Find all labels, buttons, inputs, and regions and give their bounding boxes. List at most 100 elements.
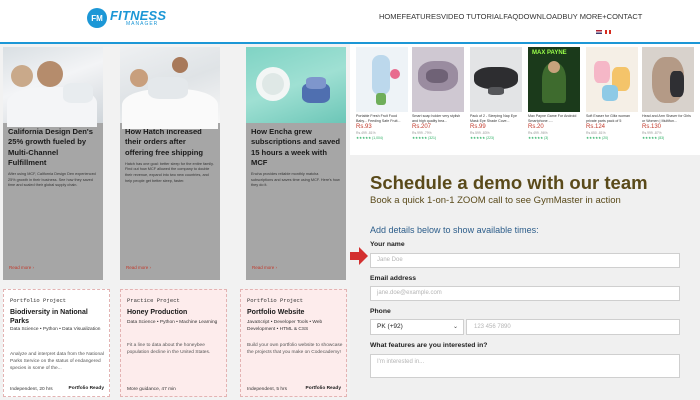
product-image bbox=[586, 47, 638, 112]
product-original-price: Rs.650 -81% bbox=[586, 131, 606, 135]
game-cover-title: MAX PAYNE bbox=[532, 50, 567, 56]
product-original-price: Rs.499 -81% bbox=[356, 131, 376, 135]
project-duration: More guidance, 47 min bbox=[127, 386, 176, 392]
portfolio-project-card[interactable]: Practice Project Honey Production Data S… bbox=[120, 289, 227, 397]
product-price: Rs.124 bbox=[586, 124, 606, 130]
product-price: Rs.207 bbox=[412, 124, 432, 130]
product-price: Rs.130 bbox=[642, 124, 662, 130]
read-more-link[interactable]: Read more › bbox=[252, 265, 277, 270]
product-price: Rs.99 bbox=[470, 124, 486, 130]
product-card[interactable]: Head and Arm Shaver for Girls or Women |… bbox=[642, 47, 694, 154]
product-image bbox=[412, 47, 464, 112]
logo[interactable]: FM FITNESS MANAGER bbox=[87, 6, 166, 30]
project-title: Portfolio Website bbox=[247, 309, 305, 316]
portfolio-project-card[interactable]: Portfolio Project Biodiversity in Nation… bbox=[3, 289, 110, 397]
product-name: Pack of 2 - Sleeping Nap Eye Mask Eye Sh… bbox=[470, 114, 517, 123]
product-image bbox=[642, 47, 694, 112]
project-type-label: Portfolio Project bbox=[247, 297, 304, 304]
case-study-image bbox=[120, 47, 220, 129]
product-image bbox=[470, 47, 522, 112]
product-card[interactable]: Smart soap holder very stylish and high … bbox=[412, 47, 464, 154]
product-name: Soft Eraser for Glitz woman private part… bbox=[586, 114, 630, 123]
product-card[interactable]: Pack of 2 - Sleeping Nap Eye Mask Eye Sh… bbox=[470, 47, 522, 154]
name-label: Your name bbox=[370, 241, 405, 248]
product-name: Max Payne Game For Android Smartphone -.… bbox=[528, 114, 577, 123]
main-nav: HOME FEATURES VIDEO TUTORIAL FAQ DOWNLOA… bbox=[379, 12, 643, 21]
product-rating: ★★★★★ (1,004) bbox=[356, 136, 383, 140]
nav-features[interactable]: FEATURES bbox=[402, 12, 441, 21]
product-rating: ★★★★★ (321) bbox=[412, 136, 437, 140]
case-study-description: After using MCF, California Design Den e… bbox=[8, 172, 96, 188]
nav-contact[interactable]: CONTACT bbox=[607, 12, 643, 21]
features-textarea[interactable]: I'm interested in... bbox=[370, 354, 680, 378]
logo-badge: FM bbox=[87, 8, 107, 28]
case-study-image bbox=[3, 47, 103, 127]
product-card[interactable]: MAX PAYNE Max Payne Game For Android Sma… bbox=[528, 47, 580, 154]
phone-input[interactable]: 123 456 7890 bbox=[466, 319, 680, 335]
project-description: Build your own portfolio website to show… bbox=[247, 343, 343, 355]
portfolio-project-card[interactable]: Portfolio Project Portfolio Website Java… bbox=[240, 289, 347, 397]
email-label: Email address bbox=[370, 275, 417, 282]
product-name: Head and Arm Shaver for Girls or Women |… bbox=[642, 114, 691, 123]
page: FM FITNESS MANAGER HOME FEATURES VIDEO T… bbox=[0, 0, 700, 400]
project-title: Honey Production bbox=[127, 309, 188, 316]
case-study-description: Encha provides reliable monthly matcha s… bbox=[251, 172, 340, 188]
email-input[interactable]: jane.doe@example.com bbox=[370, 286, 680, 301]
product-rating: ★★★★★ (20) bbox=[586, 136, 609, 140]
schedule-subtitle: Book a quick 1-on-1 ZOOM call to see Gym… bbox=[370, 195, 621, 206]
read-more-link[interactable]: Read more › bbox=[126, 265, 151, 270]
case-study-image bbox=[246, 47, 346, 123]
product-original-price: Rs.499 -96% bbox=[528, 131, 548, 135]
nav-faq[interactable]: FAQ bbox=[503, 12, 518, 21]
project-type-label: Practice Project bbox=[127, 297, 180, 304]
case-study-card[interactable]: How Hatch increased their orders after o… bbox=[120, 47, 220, 280]
product-name: Smart soap holder very stylish and high … bbox=[412, 114, 461, 123]
product-name: Portable Fresh Fruit Food Baby... Feedin… bbox=[356, 114, 401, 123]
product-rating: ★★★★★ (3) bbox=[528, 136, 549, 140]
product-image: MAX PAYNE bbox=[528, 47, 580, 112]
product-original-price: Rs.599 -83% bbox=[470, 131, 490, 135]
product-card[interactable]: Soft Eraser for Glitz woman private part… bbox=[586, 47, 638, 154]
product-card[interactable]: Portable Fresh Fruit Food Baby... Feedin… bbox=[356, 47, 408, 154]
site-header: FM FITNESS MANAGER HOME FEATURES VIDEO T… bbox=[0, 0, 700, 42]
canada-flag-icon[interactable] bbox=[605, 30, 611, 34]
case-study-card[interactable]: California Design Den's 25% growth fuele… bbox=[3, 47, 103, 280]
case-study-card[interactable]: How Encha grew subscriptions and saved 1… bbox=[246, 47, 346, 280]
case-study-title: How Encha grew subscriptions and saved 1… bbox=[251, 127, 341, 167]
nav-video-tutorial[interactable]: VIDEO TUTORIAL bbox=[441, 12, 503, 21]
pointer-arrow-icon bbox=[350, 247, 368, 265]
product-price: Rs.20 bbox=[528, 124, 544, 130]
project-duration: Independent, 20 hrs bbox=[10, 386, 53, 392]
product-image bbox=[356, 47, 408, 112]
project-description: Fit a line to data about the honeybee po… bbox=[127, 343, 211, 355]
product-original-price: Rs.999 -87% bbox=[642, 131, 662, 135]
project-description: Analyze and interpret data from the Nati… bbox=[10, 352, 104, 371]
chevron-down-icon: ⌄ bbox=[452, 324, 458, 330]
portfolio-ready-badge: Portfolio Ready bbox=[305, 386, 341, 391]
case-study-title: California Design Den's 25% growth fuele… bbox=[8, 127, 93, 167]
language-flags bbox=[596, 30, 611, 34]
schedule-hint: Add details below to show available time… bbox=[370, 225, 539, 235]
us-flag-icon[interactable] bbox=[596, 30, 602, 34]
phone-label: Phone bbox=[370, 308, 391, 315]
country-code-value: PK (+92) bbox=[377, 323, 403, 330]
project-duration: Independent, 5 hrs bbox=[247, 386, 288, 392]
logo-subtitle: MANAGER bbox=[126, 21, 159, 27]
product-rating: ★★★★★ (83) bbox=[642, 136, 665, 140]
country-code-select[interactable]: PK (+92) ⌄ bbox=[370, 319, 464, 335]
project-type-label: Portfolio Project bbox=[10, 297, 67, 304]
nav-download[interactable]: DOWNLOAD bbox=[518, 12, 562, 21]
project-tags: JavaScript • Developer Tools • Web Devel… bbox=[247, 320, 323, 332]
schedule-title: Schedule a demo with our team bbox=[370, 172, 648, 193]
project-tags: Data Science • Python • Machine Learning bbox=[127, 320, 218, 325]
nav-home[interactable]: HOME bbox=[379, 12, 402, 21]
product-original-price: Rs.999 -79% bbox=[412, 131, 432, 135]
project-title: Biodiversity in National Parks bbox=[10, 309, 88, 325]
name-input[interactable]: Jane Doe bbox=[370, 253, 680, 268]
product-rating: ★★★★★ (223) bbox=[470, 136, 495, 140]
nav-buy-more[interactable]: BUY MORE bbox=[562, 12, 602, 21]
case-study-description: Hatch has one goal: better sleep for the… bbox=[125, 161, 214, 183]
product-price: Rs.93 bbox=[356, 124, 372, 130]
read-more-link[interactable]: Read more › bbox=[9, 265, 34, 270]
features-label: What features are you interested in? bbox=[370, 342, 488, 349]
